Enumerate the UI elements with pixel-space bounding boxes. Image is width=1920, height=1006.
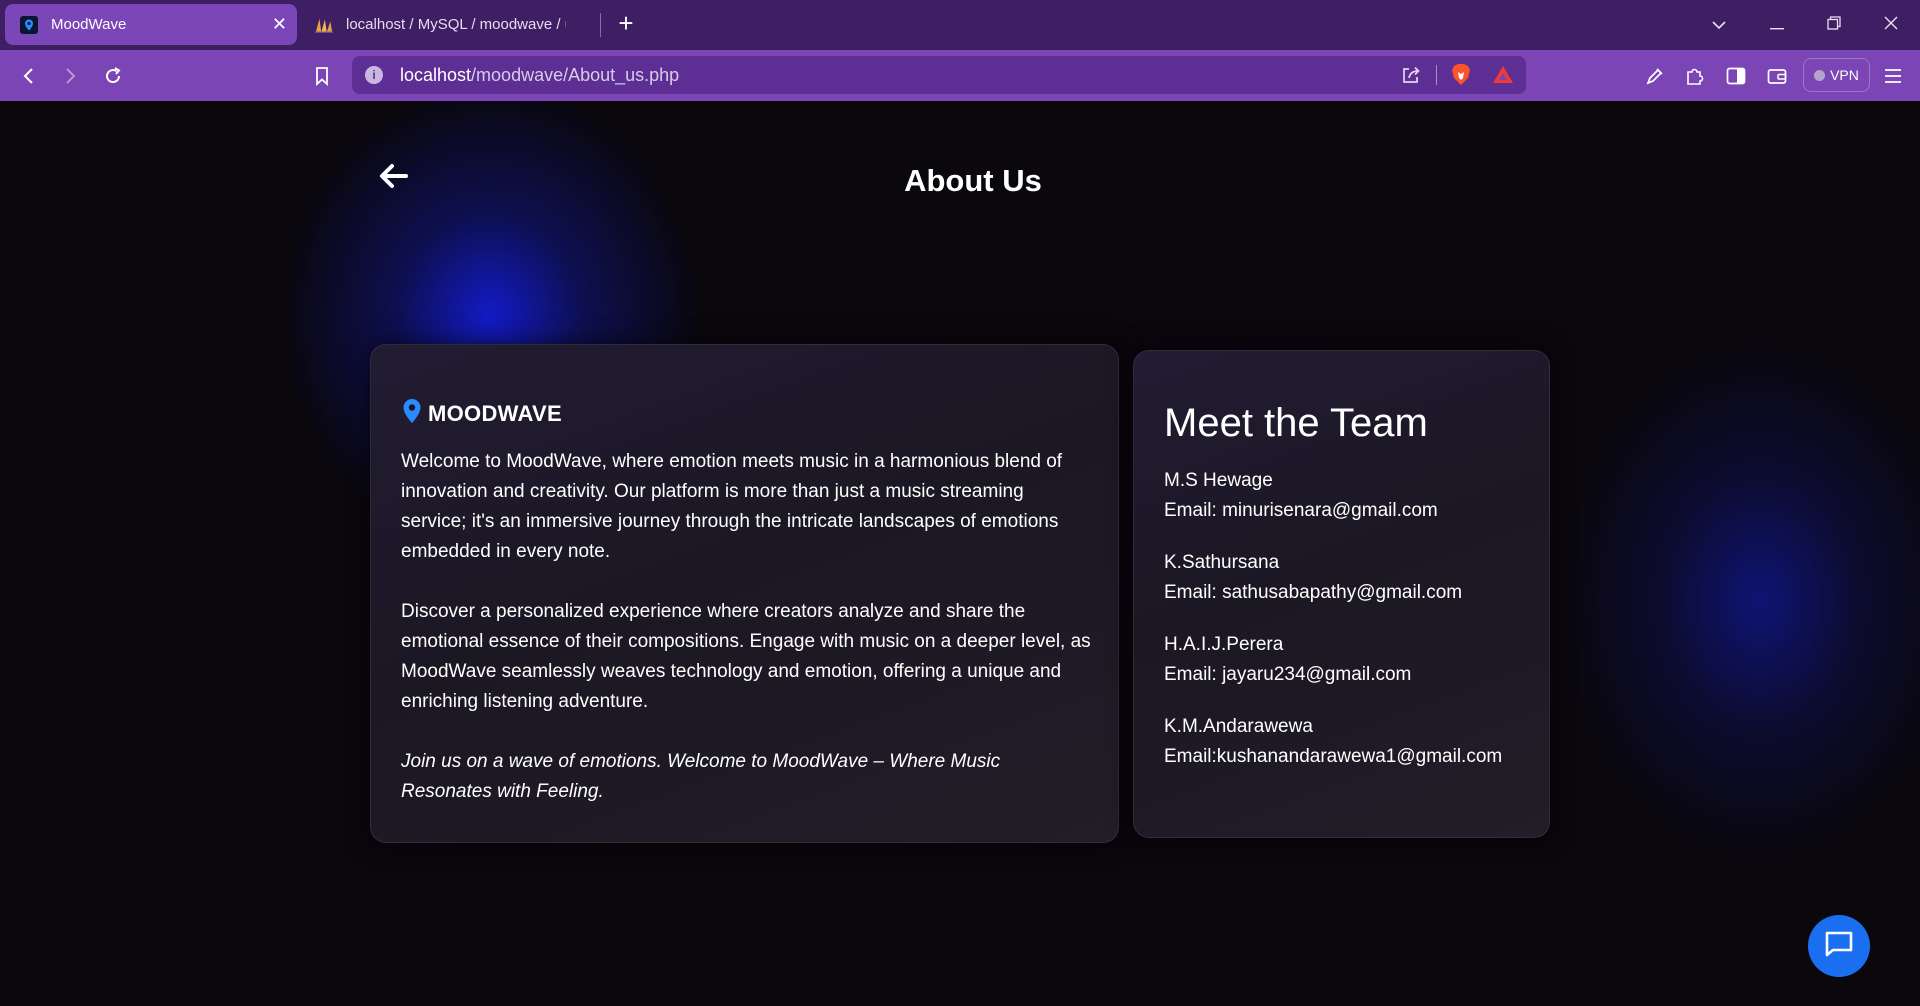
- about-paragraph: Discover a personalized experience where…: [401, 601, 1091, 712]
- share-icon[interactable]: [1400, 64, 1422, 91]
- about-card: MOODWAVE Welcome to MoodWave, where emot…: [370, 344, 1119, 843]
- member-email: Email: jayaru234@gmail.com: [1164, 664, 1412, 685]
- member-email: Email:kushanandarawewa1@gmail.com: [1164, 746, 1503, 767]
- brave-rewards-icon[interactable]: [1492, 64, 1514, 91]
- vpn-status-icon: [1814, 69, 1826, 81]
- member-name: K.Sathursana: [1164, 552, 1280, 573]
- member-email: Email: minurisenara@gmail.com: [1164, 500, 1438, 521]
- url-separator: [1436, 65, 1437, 85]
- menu-hamburger-icon[interactable]: [1876, 59, 1910, 93]
- restore-icon[interactable]: [1817, 8, 1851, 40]
- edit-pen-icon[interactable]: [1638, 59, 1672, 93]
- tab-separator: [600, 13, 601, 37]
- brand-name: MOODWAVE: [428, 400, 562, 426]
- sidebar-toggle-icon[interactable]: [1719, 59, 1753, 93]
- browser-tab-bar: MoodWave ✕ localhost / MySQL / moodwave …: [0, 0, 1920, 50]
- brave-shields-icon[interactable]: [1450, 63, 1472, 92]
- minimize-icon[interactable]: [1760, 8, 1794, 40]
- wallet-icon[interactable]: [1760, 59, 1794, 93]
- about-paragraph: Welcome to MoodWave, where emotion meets…: [401, 451, 1063, 562]
- address-bar[interactable]: i localhost/moodwave/About_us.php: [352, 56, 1526, 94]
- brand-logo[interactable]: MOODWAVE: [402, 398, 1088, 429]
- url-path: /moodwave/About_us.php: [471, 65, 680, 85]
- member-email: Email: sathusabapathy@gmail.com: [1164, 582, 1463, 603]
- tab-title: localhost / MySQL / moodwave / users: [346, 16, 566, 33]
- tab-phpmyadmin[interactable]: localhost / MySQL / moodwave / users: [304, 4, 594, 45]
- team-member: K.M.Andarawewa Email:kushanandarawewa1@g…: [1164, 712, 1519, 772]
- about-text: Welcome to MoodWave, where emotion meets…: [401, 447, 1091, 807]
- url-text[interactable]: localhost/moodwave/About_us.php: [400, 65, 679, 86]
- member-name: K.M.Andarawewa: [1164, 716, 1313, 737]
- team-member: H.A.I.J.Perera Email: jayaru234@gmail.co…: [1164, 630, 1519, 690]
- member-name: M.S Hewage: [1164, 470, 1273, 491]
- team-card: Meet the Team M.S Hewage Email: minurise…: [1133, 350, 1550, 838]
- back-button-icon[interactable]: [12, 59, 46, 93]
- new-tab-plus-icon[interactable]: +: [612, 10, 640, 38]
- site-info-icon[interactable]: i: [365, 66, 383, 84]
- tab-close-icon[interactable]: ✕: [272, 14, 287, 34]
- chat-bubble-icon: [1824, 930, 1854, 963]
- tab-moodwave[interactable]: MoodWave ✕: [5, 4, 297, 45]
- about-tagline: Join us on a wave of emotions. Welcome t…: [401, 751, 1001, 802]
- bookmark-icon[interactable]: [305, 59, 339, 93]
- team-member: M.S Hewage Email: minurisenara@gmail.com: [1164, 466, 1519, 526]
- browser-toolbar: i localhost/moodwave/About_us.php VPN: [0, 50, 1920, 101]
- vpn-button[interactable]: VPN: [1803, 58, 1870, 92]
- team-title: Meet the Team: [1164, 401, 1428, 445]
- phpmyadmin-favicon-icon: [314, 15, 334, 35]
- forward-button-icon[interactable]: [53, 59, 87, 93]
- chat-button[interactable]: [1808, 915, 1870, 977]
- reload-icon[interactable]: [96, 59, 130, 93]
- member-name: H.A.I.J.Perera: [1164, 634, 1284, 655]
- vpn-label: VPN: [1830, 67, 1859, 83]
- team-member: K.Sathursana Email: sathusabapathy@gmail…: [1164, 548, 1519, 608]
- page-title: About Us: [904, 163, 1042, 198]
- moodwave-favicon-icon: [19, 15, 39, 35]
- tab-title: MoodWave: [51, 16, 127, 33]
- url-host: localhost: [400, 65, 472, 85]
- extensions-puzzle-icon[interactable]: [1678, 59, 1712, 93]
- tab-list-chevron-down-icon[interactable]: [1702, 8, 1736, 40]
- location-pin-icon: [402, 398, 422, 429]
- close-window-icon[interactable]: [1874, 8, 1908, 40]
- page-content: About Us MOODWAVE Welcome to MoodWave, w…: [0, 101, 1920, 1006]
